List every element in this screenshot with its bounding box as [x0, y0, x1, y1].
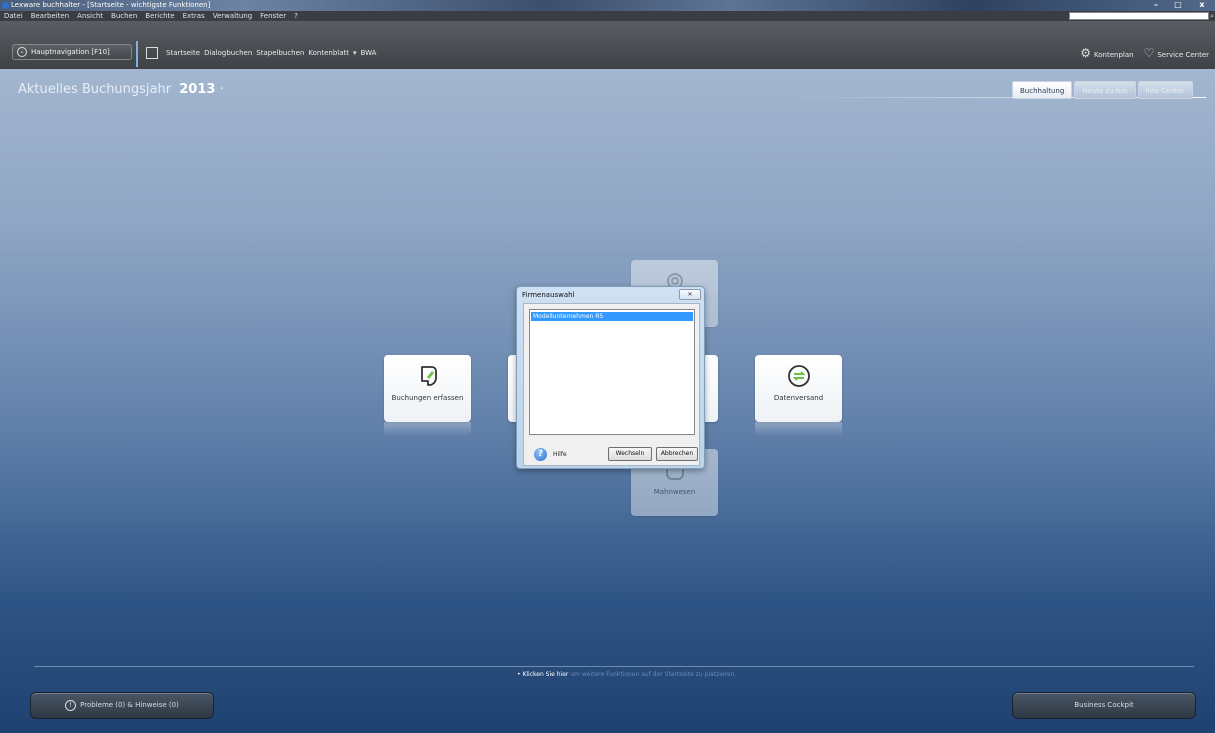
tab-info-center[interactable]: Info Center	[1137, 81, 1193, 99]
minimize-button[interactable]: –	[1145, 0, 1167, 11]
chevron-down-icon: ⌄	[17, 47, 27, 57]
quick-links: Startseite Dialogbuchen Stapelbuchen Kon…	[146, 47, 376, 59]
list-item[interactable]: Modellunternehmen RS	[531, 312, 693, 321]
main-navigation-button[interactable]: ⌄ Hauptnavigation [F10]	[12, 44, 132, 60]
menu-fenster[interactable]: Fenster	[260, 11, 286, 21]
search-icon[interactable]: ⌕	[1210, 11, 1214, 21]
dialog-body: Modellunternehmen RS ? Hilfe Wechseln Ab…	[523, 303, 700, 466]
menu-verwaltung[interactable]: Verwaltung	[213, 11, 252, 21]
add-functions-hint: • Klicken Sie hier um weitere Funktionen…	[517, 671, 736, 678]
hint-link[interactable]: • Klicken Sie hier	[517, 671, 568, 678]
tile-mahnwesen-label: Mahnwesen	[653, 488, 696, 496]
gear-icon: ⚙	[1080, 46, 1091, 60]
navigation-bar: ⌄ Hauptnavigation [F10] Startseite Dialo…	[0, 21, 1215, 69]
service-center-label: Service Center	[1157, 51, 1209, 59]
main-area: Aktuelles Buchungsjahr 2013 · Buchhaltun…	[0, 69, 1215, 733]
tab-bar: Buchhaltung Heute zu tun Info Center	[1012, 81, 1193, 99]
menu-ansicht[interactable]: Ansicht	[77, 11, 103, 21]
tab-heute-zu-tun[interactable]: Heute zu tun	[1074, 81, 1136, 99]
nav-divider	[136, 41, 138, 67]
maximize-button[interactable]: □	[1167, 0, 1189, 11]
close-icon[interactable]: ✕	[679, 289, 701, 300]
business-cockpit-label: Business Cockpit	[1074, 701, 1134, 709]
year-dropdown-icon: ·	[219, 82, 224, 97]
menu-datei[interactable]: Datei	[4, 11, 23, 21]
kontenplan-label: Kontenplan	[1094, 51, 1134, 59]
booking-icon	[420, 366, 437, 386]
service-center-link[interactable]: ♡ Service Center	[1144, 46, 1209, 60]
help-icon[interactable]: ?	[534, 448, 547, 461]
menu-buchen[interactable]: Buchen	[111, 11, 137, 21]
window-controls: – □ x	[1145, 0, 1215, 11]
tile-reflection	[384, 422, 471, 436]
help-label[interactable]: Hilfe	[553, 451, 567, 458]
tile-datenversand[interactable]: Datenversand	[755, 355, 842, 422]
dropdown-arrow-icon[interactable]: ▾	[353, 49, 357, 57]
nav-link-dialogbuchen[interactable]: Dialogbuchen	[204, 49, 252, 57]
business-cockpit-button[interactable]: Business Cockpit	[1012, 692, 1196, 719]
footer-divider	[34, 666, 1194, 667]
bulb-icon: ♡	[1143, 46, 1155, 60]
booking-year-value: 2013	[179, 82, 216, 97]
tile-buchungen-label: Buchungen erfassen	[391, 394, 464, 402]
exchange-icon	[787, 365, 810, 387]
tile-datenversand-label: Datenversand	[773, 394, 824, 402]
window-title: Lexware buchhalter - [Startseite - wicht…	[11, 1, 211, 9]
nav-link-kontenblatt[interactable]: Kontenblatt	[308, 49, 349, 57]
menu-berichte[interactable]: Berichte	[145, 11, 174, 21]
menu-help[interactable]: ?	[294, 11, 298, 21]
booking-year-selector[interactable]: Aktuelles Buchungsjahr 2013 ·	[18, 82, 224, 97]
nav-right-links: ⚙ Kontenplan ♡ Service Center	[1080, 46, 1209, 60]
info-icon: !	[65, 699, 77, 711]
kontenplan-link[interactable]: ⚙ Kontenplan	[1080, 46, 1133, 60]
search-input[interactable]	[1069, 12, 1209, 20]
app-icon	[2, 2, 9, 9]
tile-reflection	[755, 422, 842, 436]
nav-link-startseite[interactable]: Startseite	[166, 49, 200, 57]
home-icon[interactable]	[146, 47, 158, 59]
cancel-button[interactable]: Abbrechen	[656, 447, 698, 461]
nav-link-bwa[interactable]: BWA	[361, 49, 377, 57]
problems-button[interactable]: ! Probleme (0) & Hinweise (0)	[30, 692, 214, 719]
booking-year-prefix: Aktuelles Buchungsjahr	[18, 82, 172, 97]
menu-bar: Datei Bearbeiten Ansicht Buchen Berichte…	[0, 11, 1215, 21]
close-window-button[interactable]: x	[1189, 0, 1215, 11]
menu-extras[interactable]: Extras	[183, 11, 205, 21]
dialog-title: Firmenauswahl	[522, 291, 575, 299]
main-navigation-label: Hauptnavigation [F10]	[31, 48, 110, 56]
switch-button[interactable]: Wechseln	[608, 447, 652, 461]
tile-buchungen-erfassen[interactable]: Buchungen erfassen	[384, 355, 471, 422]
company-list[interactable]: Modellunternehmen RS	[529, 309, 695, 435]
hint-text: um weitere Funktionen auf der Startseite…	[570, 671, 737, 678]
title-bar: Lexware buchhalter - [Startseite - wicht…	[0, 0, 1215, 11]
nav-link-stapelbuchen[interactable]: Stapelbuchen	[256, 49, 304, 57]
company-selection-dialog: Firmenauswahl ✕ Modellunternehmen RS ? H…	[516, 286, 705, 469]
menu-bearbeiten[interactable]: Bearbeiten	[31, 11, 69, 21]
tab-buchhaltung[interactable]: Buchhaltung	[1012, 81, 1073, 99]
problems-label: Probleme (0) & Hinweise (0)	[80, 701, 179, 709]
